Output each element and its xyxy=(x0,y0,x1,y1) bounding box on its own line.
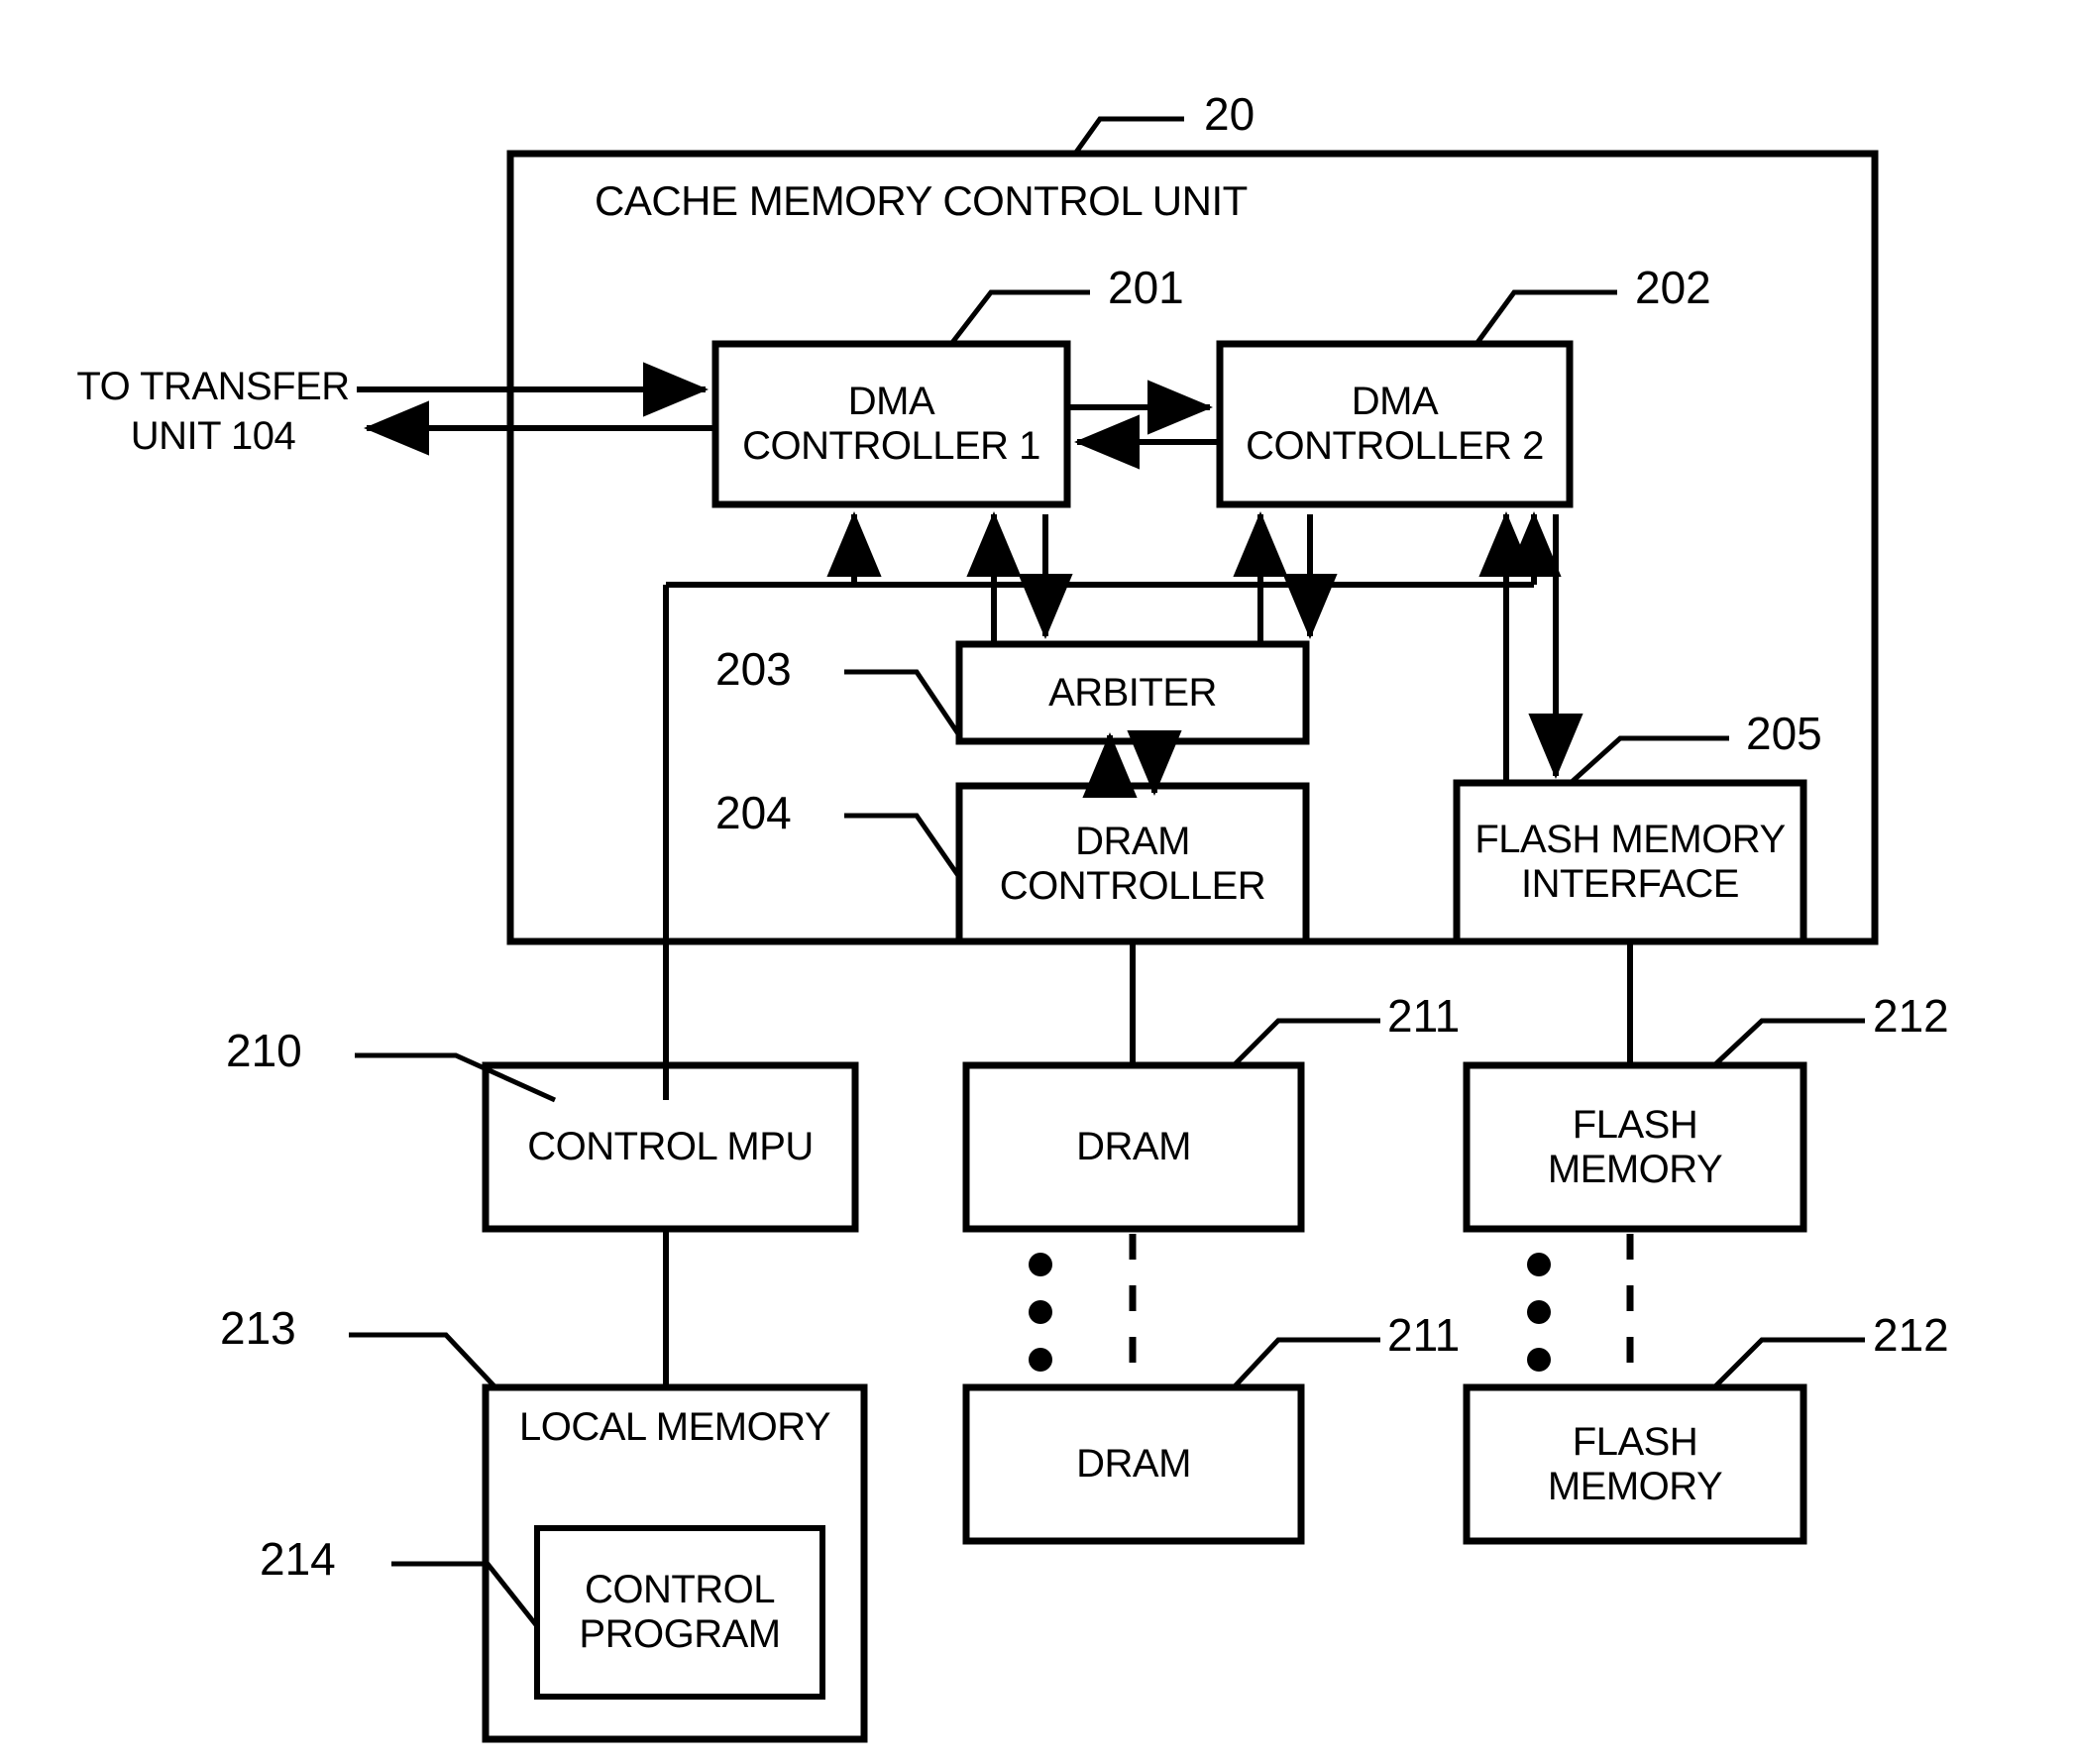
dma-controller-2-label-line2: CONTROLLER 2 xyxy=(1246,424,1544,468)
dma-controller-2-label: DMA CONTROLLER 2 xyxy=(1220,344,1570,504)
flash-memory-interface-label: FLASH MEMORY INTERFACE xyxy=(1457,783,1803,941)
ref-label-20: 20 xyxy=(1204,88,1255,140)
dram-top-label: DRAM xyxy=(966,1065,1301,1229)
cache-memory-control-unit-title: CACHE MEMORY CONTROL UNIT xyxy=(595,173,1348,229)
ref-label-212-top: 212 xyxy=(1873,990,1949,1042)
leader-20 xyxy=(1072,116,1184,156)
dram-controller-label-line1: DRAM xyxy=(1075,819,1190,863)
flash-top-label-line1: FLASH xyxy=(1572,1102,1698,1147)
leader-214 xyxy=(391,1561,539,1628)
leader-212-bottom xyxy=(1712,1337,1865,1389)
figure-canvas: CACHE MEMORY CONTROL UNIT 20 TO TRANSFER… xyxy=(0,0,2074,1764)
flash-bottom-label-line2: MEMORY xyxy=(1547,1464,1723,1508)
leader-212-top xyxy=(1712,1018,1865,1067)
ref-label-214: 214 xyxy=(260,1533,336,1585)
control-program-label-line1: CONTROL xyxy=(584,1568,776,1612)
ref-label-203: 203 xyxy=(715,643,792,695)
ref-label-212-bottom: 212 xyxy=(1873,1309,1949,1361)
dram-controller-label: DRAM CONTROLLER xyxy=(959,786,1306,941)
dram-controller-label-line2: CONTROLLER xyxy=(999,863,1266,908)
ref-label-205: 205 xyxy=(1746,708,1822,759)
flash-top-label: FLASH MEMORY xyxy=(1467,1065,1803,1229)
ref-label-201: 201 xyxy=(1108,262,1184,313)
leader-203 xyxy=(844,669,962,737)
flash-bottom-label-line1: FLASH xyxy=(1572,1419,1698,1464)
leader-205 xyxy=(1569,735,1729,785)
leader-201 xyxy=(949,289,1090,346)
local-memory-label: LOCAL MEMORY xyxy=(486,1392,864,1462)
dma-controller-1-label: DMA CONTROLLER 1 xyxy=(715,344,1067,504)
dma-controller-1-label-line1: DMA xyxy=(847,380,935,424)
ref-label-202: 202 xyxy=(1635,262,1711,313)
control-mpu-label-text: CONTROL MPU xyxy=(527,1125,814,1169)
arbiter-label-text: ARBITER xyxy=(1048,670,1217,715)
control-program-label: CONTROL PROGRAM xyxy=(537,1528,822,1697)
leader-202 xyxy=(1474,289,1617,346)
ref-label-211-bottom: 211 xyxy=(1387,1309,1461,1361)
control-mpu-label: CONTROL MPU xyxy=(486,1065,855,1229)
control-program-label-line2: PROGRAM xyxy=(579,1612,781,1656)
leader-204 xyxy=(844,813,962,879)
flash-memory-interface-label-line1: FLASH MEMORY xyxy=(1474,818,1786,862)
cache-memory-control-unit-title-text: CACHE MEMORY CONTROL UNIT xyxy=(595,177,1248,225)
dma-controller-1-label-line2: CONTROLLER 1 xyxy=(742,424,1040,468)
flash-bottom-label: FLASH MEMORY xyxy=(1467,1387,1803,1541)
dram-bottom-label: DRAM xyxy=(966,1387,1301,1541)
leader-211-bottom xyxy=(1232,1337,1380,1389)
ref-label-211-top: 211 xyxy=(1387,990,1461,1042)
dram-bottom-label-text: DRAM xyxy=(1076,1442,1191,1487)
local-memory-label-text: LOCAL MEMORY xyxy=(518,1404,831,1449)
ref-label-204: 204 xyxy=(715,787,792,838)
arbiter-label: ARBITER xyxy=(959,644,1306,741)
leader-211-top xyxy=(1232,1018,1380,1067)
leader-213 xyxy=(349,1332,497,1389)
dma-controller-2-label-line1: DMA xyxy=(1351,380,1439,424)
dram-top-label-text: DRAM xyxy=(1076,1125,1191,1169)
flash-top-label-line2: MEMORY xyxy=(1547,1147,1723,1191)
ref-label-213: 213 xyxy=(220,1302,296,1354)
to-transfer-unit-label-line1: TO TRANSFER xyxy=(76,365,350,408)
ref-label-210: 210 xyxy=(226,1025,302,1076)
to-transfer-unit-label-line2: UNIT 104 xyxy=(130,414,296,458)
flash-memory-interface-label-line2: INTERFACE xyxy=(1521,862,1739,906)
